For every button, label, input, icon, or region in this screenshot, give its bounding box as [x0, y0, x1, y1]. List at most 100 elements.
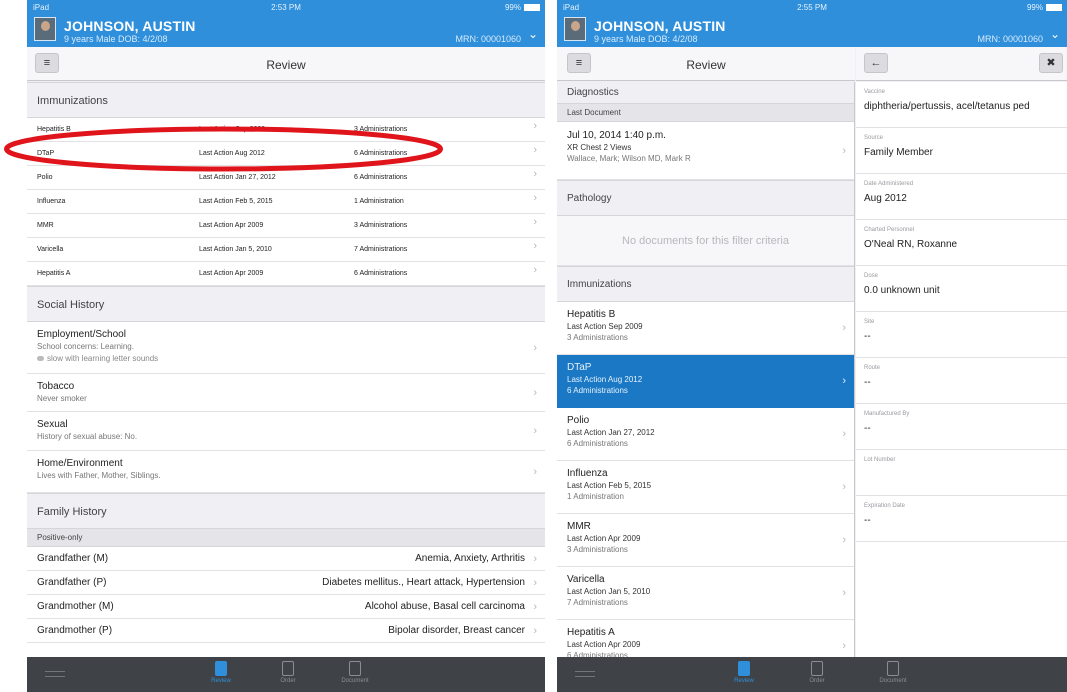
chevron-right-icon: › [533, 425, 537, 437]
detail-label: Expiration Date [864, 503, 906, 509]
social-history-tobacco[interactable]: Tobacco Never smoker › [27, 374, 545, 412]
chat-bubble-icon [37, 356, 44, 361]
chevron-right-icon: › [533, 386, 537, 399]
close-icon[interactable]: ✖ [1039, 53, 1063, 73]
immunization-row[interactable]: DTaP Last Action Aug 2012 6 Administration… [557, 355, 854, 408]
back-arrow-icon[interactable]: ← [864, 53, 888, 73]
immunization-row[interactable]: Varicella Last Action Jan 5, 2010 7 Admini… [557, 567, 854, 620]
immunization-row[interactable]: Hepatitis A Last Action Apr 2009 6 Adminis… [557, 620, 854, 657]
tab-order[interactable]: Order [797, 661, 837, 684]
immunization-name: Influenza [567, 468, 608, 479]
patient-name[interactable]: JOHNSON, AUSTIN [64, 18, 196, 34]
drawer-handle-icon[interactable] [575, 671, 595, 677]
tab-label: Document [341, 678, 369, 684]
avatar [34, 17, 56, 41]
tab-order[interactable]: Order [268, 661, 308, 684]
family-history-row[interactable]: Grandfather (M) Anemia, Anxiety, Arthriti… [27, 547, 545, 571]
detail-field-manufactured-by: Manufactured By -- [856, 404, 1067, 450]
detail-label: Manufactured By [864, 411, 910, 417]
document-title: XR Chest 2 Views [567, 143, 632, 152]
immunization-administrations: 6 Administrations [354, 150, 408, 157]
chevron-down-icon[interactable]: ⌄ [1050, 27, 1060, 41]
immunization-last-action: Last Action Aug 2012 [199, 150, 265, 157]
battery-percent: 99% [1026, 3, 1043, 12]
chevron-down-icon[interactable]: ⌄ [528, 27, 538, 41]
chevron-right-icon: › [533, 465, 537, 478]
chevron-right-icon: › [842, 534, 846, 546]
chevron-right-icon: › [842, 428, 846, 440]
patient-name[interactable]: JOHNSON, AUSTIN [594, 18, 726, 34]
immunization-last-action: Last Action Jan 5, 2010 [567, 587, 651, 596]
family-history-filter[interactable]: Positive-only [27, 529, 545, 547]
tab-document[interactable]: Document [335, 661, 375, 684]
family-history-row[interactable]: Grandfather (P) Diabetes mellitus., Heart… [27, 571, 545, 595]
chevron-right-icon: › [842, 640, 846, 652]
tab-document[interactable]: Document [873, 661, 913, 684]
immunization-row[interactable]: Influenza Last Action Feb 5, 2015 1 Admini… [27, 190, 545, 214]
immunization-row[interactable]: Hepatitis B Last Action Sep 2009 3 Adminis… [557, 302, 854, 355]
immunization-name: Influenza [37, 198, 66, 205]
immunization-name: Varicella [37, 246, 64, 253]
status-time: 2:55 PM [797, 3, 827, 12]
tab-label: Order [809, 678, 825, 684]
review-list[interactable]: Immunizations Hepatitis B Last Action Sep… [27, 82, 545, 657]
detail-value: -- [864, 423, 871, 434]
immunization-last-action: Last Action Apr 2009 [199, 270, 264, 277]
document-tab-icon [349, 661, 361, 676]
order-tab-icon [811, 661, 823, 676]
chevron-right-icon: › [533, 144, 537, 156]
tab-review[interactable]: Review [201, 661, 241, 684]
right-ipad-screen: iPad 2:55 PM 99% JOHNSON, AUSTIN 9 years… [557, 0, 1067, 692]
family-history-row[interactable]: Grandmother (M) Alcohol abuse, Basal cell… [27, 595, 545, 619]
immunization-last-action: Last Action Feb 5, 2015 [567, 481, 652, 490]
review-tab-icon [738, 661, 750, 676]
section-header-family-history: Family History [27, 493, 545, 529]
detail-label: Dose [864, 273, 879, 279]
section-header-social-history: Social History [27, 286, 545, 322]
chevron-right-icon: › [533, 264, 537, 276]
row-note-text: slow with learning letter sounds [47, 354, 159, 363]
detail-label: Charted Personnel [864, 227, 915, 233]
detail-label: Lot Number [864, 457, 896, 463]
detail-value: -- [864, 377, 871, 388]
chevron-right-icon: › [842, 587, 846, 599]
immunization-administrations: 3 Administrations [354, 222, 408, 229]
social-history-home-environment[interactable]: Home/Environment Lives with Father, Moth… [27, 451, 545, 493]
immunization-row[interactable]: Varicella Last Action Jan 5, 2010 7 Admini… [27, 238, 545, 262]
family-conditions: Bipolar disorder, Breast cancer [388, 625, 525, 636]
immunization-name: Hepatitis B [37, 126, 71, 133]
immunization-administrations: 6 Administrations [567, 386, 628, 395]
chevron-right-icon: › [842, 481, 846, 493]
detail-label: Route [864, 365, 881, 371]
immunization-last-action: Last Action Apr 2009 [567, 534, 641, 543]
drawer-handle-icon[interactable] [45, 671, 65, 677]
immunization-row[interactable]: DTaP Last Action Aug 2012 6 Administration… [27, 142, 545, 166]
chevron-right-icon: › [533, 240, 537, 252]
immunization-row[interactable]: Hepatitis A Last Action Apr 2009 6 Adminis… [27, 262, 545, 286]
row-subtitle: History of sexual abuse: No. [37, 432, 138, 441]
document-date: Jul 10, 2014 1:40 p.m. [567, 130, 666, 141]
section-header-immunizations: Immunizations [557, 266, 854, 302]
tab-bar: Review Order Document [557, 657, 1067, 692]
social-history-employment[interactable]: Employment/School School concerns: Learn… [27, 322, 545, 374]
chevron-right-icon: › [533, 192, 537, 204]
immunization-last-action: Last Action Jan 27, 2012 [199, 174, 276, 181]
immunization-row[interactable]: MMR Last Action Apr 2009 3 Administrations… [27, 214, 545, 238]
immunization-last-action: Last Action Jan 5, 2010 [199, 246, 272, 253]
pathology-empty-message: No documents for this filter criteria [557, 216, 854, 266]
master-list[interactable]: Diagnostics Last Document Jul 10, 2014 1… [557, 82, 855, 657]
immunization-name: DTaP [567, 362, 592, 373]
diagnostic-document-row[interactable]: Jul 10, 2014 1:40 p.m. XR Chest 2 Views … [557, 122, 854, 180]
immunization-row[interactable]: Polio Last Action Jan 27, 2012 6 Administr… [557, 408, 854, 461]
social-history-sexual[interactable]: Sexual History of sexual abuse: No. › [27, 412, 545, 451]
immunization-row[interactable]: MMR Last Action Apr 2009 3 Administrations… [557, 514, 854, 567]
immunization-administrations: 1 Administration [567, 492, 624, 501]
detail-value: Aug 2012 [864, 193, 907, 204]
row-subtitle: Lives with Father, Mother, Siblings. [37, 471, 161, 480]
immunization-row[interactable]: Polio Last Action Jan 27, 2012 6 Administr… [27, 166, 545, 190]
family-history-row[interactable]: Grandmother (P) Bipolar disorder, Breast … [27, 619, 545, 643]
immunization-row[interactable]: Hepatitis B Last Action Sep 2009 3 Adminis… [27, 118, 545, 142]
tab-review[interactable]: Review [724, 661, 764, 684]
family-conditions: Alcohol abuse, Basal cell carcinoma [364, 601, 525, 612]
immunization-row[interactable]: Influenza Last Action Feb 5, 2015 1 Admini… [557, 461, 854, 514]
